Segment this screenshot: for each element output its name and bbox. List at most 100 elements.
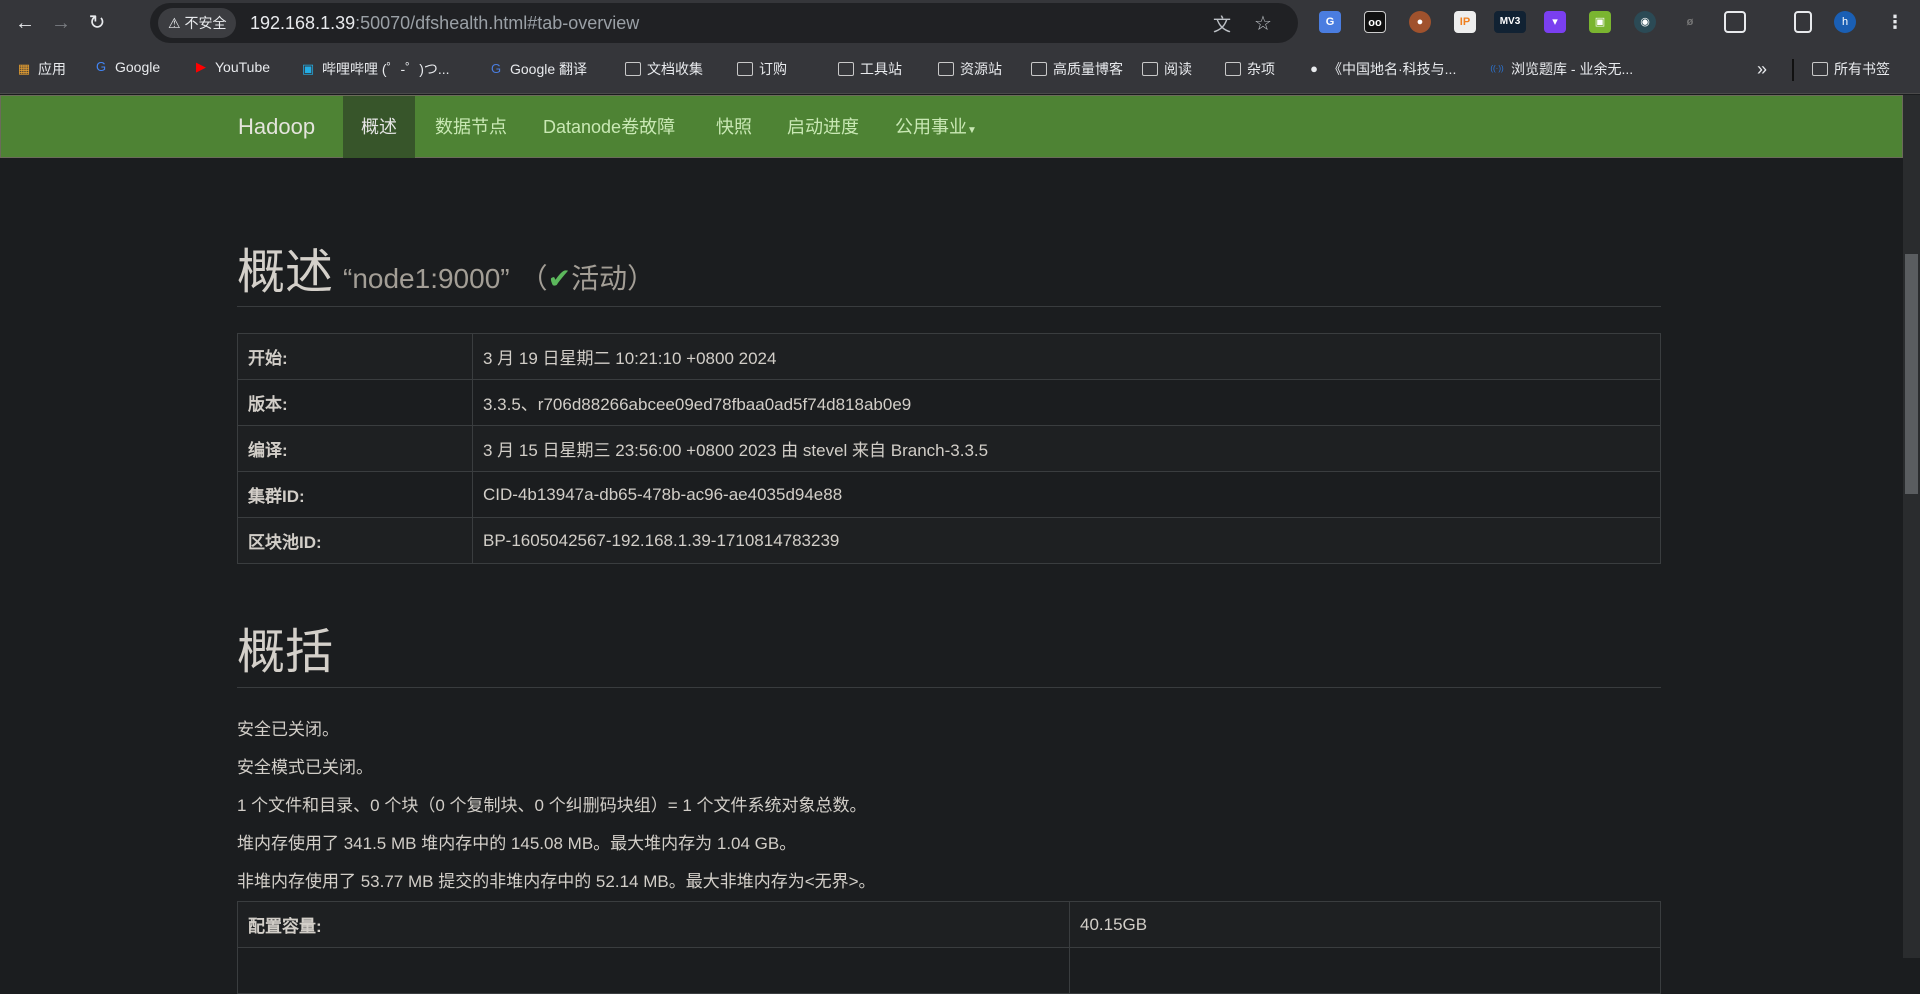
url-path: :50070/dfshealth.html#tab-overview (355, 13, 640, 33)
bookmark-label: YouTube (215, 59, 271, 75)
reload-icon[interactable]: ↻ (84, 10, 110, 36)
bookmark-label: 应用 (38, 61, 66, 77)
summary-line: 安全已关闭。 (237, 720, 339, 739)
google-translate-extension-icon[interactable]: G (1319, 11, 1341, 33)
folder-icon (625, 62, 641, 76)
spy-extension-icon[interactable]: ◉ (1634, 11, 1656, 33)
table-row: 集群ID: CID-4b13947a-db65-478b-ac96-ae4035d… (237, 471, 1661, 518)
nav-utilities[interactable]: 公用事业▼ (877, 96, 981, 158)
nav-utilities-label: 公用事业 (895, 117, 967, 137)
bookmark-item[interactable]: 资源站 (938, 59, 1002, 79)
nav-overview[interactable]: 概述 (343, 96, 415, 158)
side-panel-icon[interactable] (1794, 11, 1812, 33)
radio-icon: ((·)) (1490, 64, 1504, 73)
row-value (1069, 947, 1661, 994)
forward-icon[interactable]: → (48, 10, 74, 36)
globe-icon: ● (1310, 61, 1318, 76)
bookmark-item[interactable]: ● 《中国地名·科技与... (1306, 59, 1456, 79)
folder-icon (1225, 62, 1241, 76)
row-label: 集群ID: (237, 471, 473, 518)
summary-line: 非堆内存使用了 53.77 MB 提交的非堆内存中的 52.14 MB。最大非堆… (237, 872, 876, 891)
apps-grid-icon: ▦ (17, 61, 31, 76)
nav-snapshot[interactable]: 快照 (698, 96, 770, 158)
bookmark-item[interactable]: 阅读 (1142, 59, 1192, 79)
folder-icon (838, 62, 854, 76)
status-paren-open: （ (533, 263, 548, 294)
nav-datanode-volume-failures[interactable]: Datanode卷故障 (525, 96, 693, 158)
back-icon[interactable]: ← (12, 10, 38, 36)
scrollbar-thumb[interactable] (1905, 254, 1918, 494)
divider (237, 306, 1661, 307)
url-host: 192.168.1.39 (250, 13, 356, 33)
nav-startup-progress[interactable]: 启动进度 (769, 96, 877, 158)
youtube-icon: ▶ (196, 59, 206, 74)
google-icon: G (95, 59, 107, 74)
cookie-extension-icon[interactable]: ● (1409, 11, 1431, 33)
bookmark-item[interactable]: G Google (93, 59, 160, 75)
bookmark-label: 资源站 (960, 61, 1002, 77)
page-scrollbar[interactable] (1903, 95, 1920, 958)
namenode-status: （✔活动） (534, 263, 656, 294)
more-bookmarks-button[interactable]: » (1757, 59, 1767, 80)
table-row: 开始: 3 月 19 日星期二 10:21:10 +0800 2024 (237, 333, 1661, 380)
folder-icon (1142, 62, 1158, 76)
bookmark-item[interactable]: ▶ YouTube (193, 59, 270, 75)
translate-icon: G (490, 61, 502, 76)
caret-down-icon: ▼ (967, 125, 977, 136)
green-extension-icon[interactable]: ▣ (1589, 11, 1611, 33)
privacy-extension-icon[interactable]: oo (1364, 11, 1386, 33)
check-icon: ✔ (547, 263, 572, 294)
summary-line: 安全模式已关闭。 (237, 758, 373, 777)
bookmark-label: 哔哩哔哩 (゜-゜)つ... (322, 61, 450, 77)
bookmark-item[interactable]: 文档收集 (625, 59, 703, 79)
all-bookmarks-button[interactable]: 所有书签 (1812, 59, 1890, 79)
brand-hadoop[interactable]: Hadoop (238, 96, 315, 158)
bookmark-label: 浏览题库 - 业余无... (1511, 61, 1634, 77)
bookmark-label: 高质量博客 (1053, 61, 1123, 77)
address-bar[interactable]: ⚠ 不安全 192.168.1.39:50070/dfshealth.html#… (150, 3, 1298, 43)
row-value: BP-1605042567-192.168.1.39-1710814783239 (472, 517, 1661, 564)
status-text: 活动 (571, 263, 628, 294)
bookmark-item[interactable]: 工具站 (838, 59, 902, 79)
bookmark-item[interactable]: 杂项 (1225, 59, 1275, 79)
bookmark-item[interactable]: ▦ 应用 (16, 59, 66, 79)
bookmark-item[interactable]: G Google 翻译 (488, 59, 587, 79)
bookmark-item[interactable]: 高质量博客 (1031, 59, 1123, 79)
folder-icon (1031, 62, 1047, 76)
row-value: 3.3.5、r706d88266abcee09ed78fbaa0ad5f74d8… (472, 379, 1661, 426)
table-row: 编译: 3 月 15 日星期三 23:56:00 +0800 2023 由 ste… (237, 425, 1661, 472)
overview-title: 概述 (237, 246, 334, 299)
bookmark-label: Google (115, 59, 161, 75)
bilibili-icon: ▣ (301, 61, 315, 76)
bookmark-item[interactable]: 订购 (737, 59, 787, 79)
bookmark-label: 阅读 (1164, 61, 1192, 77)
star-icon[interactable]: ☆ (1254, 11, 1272, 36)
bookmark-label: 工具站 (860, 61, 902, 77)
summary-line: 1 个文件和目录、0 个块（0 个复制块、0 个纠删码块组）= 1 个文件系统对… (237, 796, 867, 815)
ip-extension-icon[interactable]: IP (1454, 11, 1476, 33)
bookmark-item[interactable]: ▣ 哔哩哔哩 (゜-゜)つ... (300, 59, 450, 79)
separator (1792, 59, 1794, 81)
hidden-extension-icon[interactable]: ø (1679, 11, 1701, 33)
bookmark-label: 《中国地名·科技与... (1328, 61, 1457, 77)
folder-icon (938, 62, 954, 76)
table-row (237, 947, 1661, 994)
summary-table: 配置容量: 40.15GB (237, 901, 1661, 994)
profile-avatar[interactable]: h (1834, 11, 1856, 33)
mv3-extension-icon[interactable]: MV3 (1494, 11, 1526, 33)
purple-extension-icon[interactable]: ▾ (1544, 11, 1566, 33)
url-text[interactable]: 192.168.1.39:50070/dfshealth.html#tab-ov… (250, 3, 639, 43)
translate-page-icon[interactable]: 文 (1213, 11, 1231, 37)
menu-kebab-icon[interactable]: ⋮ (1884, 11, 1906, 33)
security-indicator[interactable]: ⚠ 不安全 (158, 8, 237, 38)
bookmark-label: 订购 (759, 61, 787, 77)
namenode-address: “node1:9000” (343, 263, 510, 294)
summary-heading: 概括 (237, 626, 334, 679)
extensions-puzzle-icon[interactable] (1724, 11, 1746, 33)
folder-icon (1812, 62, 1828, 76)
bookmark-item[interactable]: ((·)) 浏览题库 - 业余无... (1489, 59, 1633, 79)
hadoop-navbar: Hadoop 概述 数据节点 Datanode卷故障 快照 启动进度 公用事业▼ (0, 95, 1903, 158)
bookmark-label: 杂项 (1247, 61, 1275, 77)
nav-datanodes[interactable]: 数据节点 (417, 96, 525, 158)
summary-line: 堆内存使用了 341.5 MB 堆内存中的 145.08 MB。最大堆内存为 1… (237, 834, 797, 853)
